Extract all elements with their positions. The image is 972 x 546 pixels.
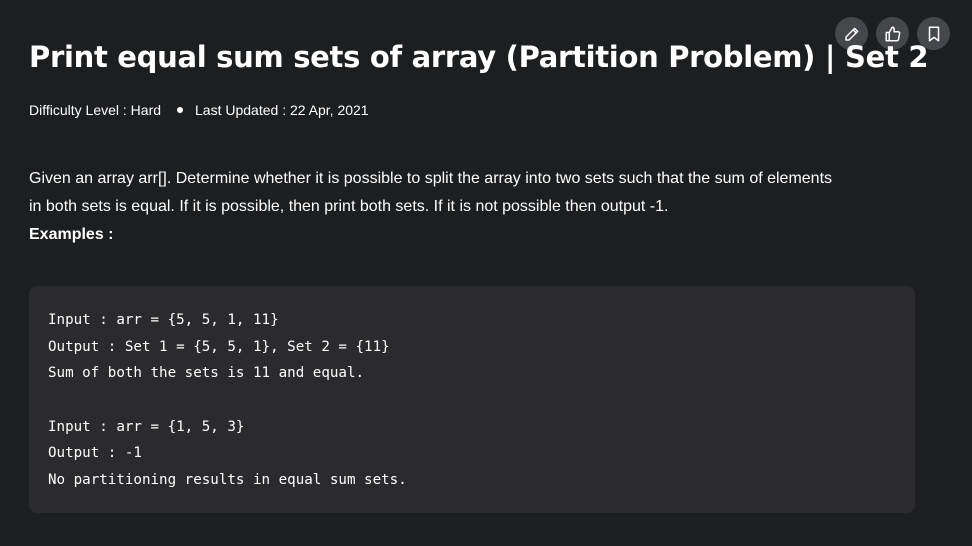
last-updated: Last Updated : 22 Apr, 2021	[195, 102, 369, 118]
code-line: Input : arr = {1, 5, 3}	[48, 418, 245, 435]
description-line-1: Given an array arr[]. Determine whether …	[29, 170, 833, 187]
code-line: Input : arr = {5, 5, 1, 11}	[48, 312, 279, 328]
description-line-2: in both sets is equal. If it is possible…	[29, 198, 669, 215]
code-line: Output : Set 1 = {5, 5, 1}, Set 2 = {11}	[48, 338, 390, 355]
difficulty-level: Difficulty Level : Hard	[29, 102, 162, 118]
problem-description: Given an array arr[]. Determine whether …	[29, 165, 929, 221]
code-content: Input : arr = {5, 5, 1, 11} Output : Set …	[48, 307, 407, 494]
meta-separator-dot	[177, 107, 184, 113]
code-line: Output : -1	[48, 445, 142, 462]
code-line: Sum of both the sets is 11 and equal.	[48, 365, 365, 382]
article-meta: Difficulty Level : Hard Last Updated : 2…	[29, 102, 369, 118]
code-line: No partitioning results in equal sum set…	[48, 472, 407, 489]
examples-heading: Examples :	[29, 226, 114, 243]
example-code-block: Input : arr = {5, 5, 1, 11} Output : Set …	[29, 286, 915, 513]
page-title: Print equal sum sets of array (Partition…	[29, 40, 929, 74]
